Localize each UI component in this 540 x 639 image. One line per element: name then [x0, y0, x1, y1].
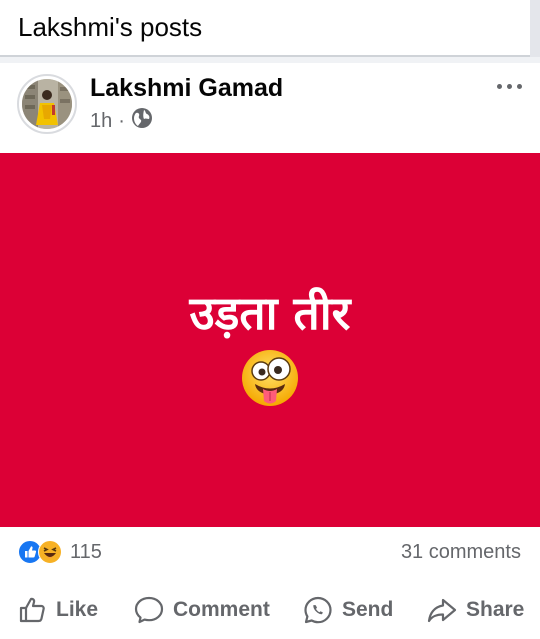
comment-button[interactable]: Comment: [133, 590, 270, 630]
send-button[interactable]: Send: [302, 590, 393, 630]
more-dot: [496, 83, 502, 89]
like-label: Like: [56, 598, 99, 621]
more-dot: [506, 83, 512, 89]
page-title: Lakshmi's posts: [18, 12, 203, 42]
divider: [0, 57, 540, 63]
comment-label: Comment: [173, 598, 270, 621]
like-button[interactable]: Like: [18, 590, 98, 630]
more-options-button[interactable]: [492, 76, 526, 96]
send-label: Send: [342, 598, 394, 621]
comment-icon: [134, 596, 164, 624]
share-button[interactable]: Share: [426, 590, 524, 630]
avatar[interactable]: [17, 74, 77, 134]
post-actions: Like Comment Send Share: [0, 590, 540, 630]
whatsapp-icon: [304, 596, 332, 624]
haha-reaction-icon: [38, 540, 62, 564]
avatar-photo: [22, 79, 72, 129]
post-meta: 1h ·: [90, 108, 153, 134]
zany-face-emoji: [241, 349, 299, 407]
share-icon: [427, 598, 457, 623]
scrollbar[interactable]: [530, 0, 540, 57]
page-header: Lakshmi's posts: [0, 0, 530, 57]
more-dot: [516, 83, 522, 89]
post-author[interactable]: Lakshmi Gamad: [90, 73, 283, 103]
meta-separator: ·: [118, 109, 125, 132]
thumbs-up-icon: [19, 597, 45, 623]
comments-count[interactable]: 31 comments: [401, 539, 521, 565]
reaction-summary[interactable]: 115: [18, 539, 102, 565]
reaction-count: 115: [70, 540, 102, 563]
share-label: Share: [466, 598, 525, 621]
globe-icon: [131, 107, 153, 135]
post-time[interactable]: 1h: [90, 110, 112, 133]
banner-text: उड़ता तीर: [189, 286, 351, 340]
